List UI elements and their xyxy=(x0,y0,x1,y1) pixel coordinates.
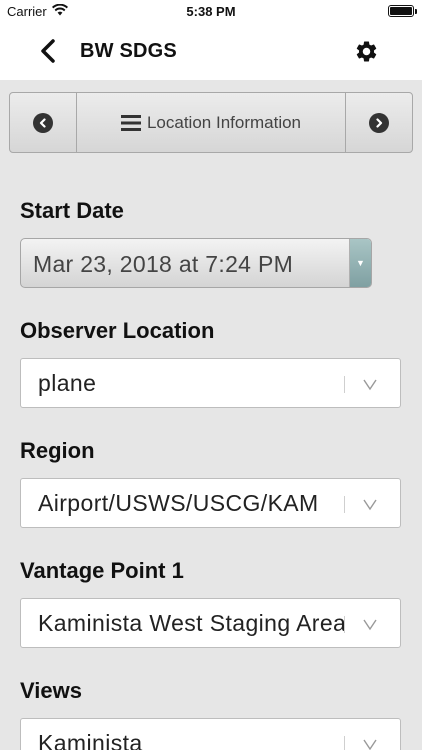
hamburger-icon xyxy=(120,114,141,131)
views-select[interactable]: Kaminista xyxy=(20,718,401,750)
vantage-point-1-label: Vantage Point 1 xyxy=(20,558,184,583)
location-form: Start Date Mar 23, 2018 at 7:24 PM ▼ Obs… xyxy=(20,196,402,750)
observer-location-value: plane xyxy=(38,370,97,396)
section-menu-button[interactable]: Location Information xyxy=(77,93,345,152)
chevron-down-icon xyxy=(363,379,377,391)
observer-location-label: Observer Location xyxy=(20,318,215,343)
chevron-circle-left-icon xyxy=(33,112,53,133)
chevron-down-icon xyxy=(363,619,377,631)
vantage-point-1-value: Kaminista West Staging Area xyxy=(38,610,344,636)
section-pager: Location Information xyxy=(9,92,413,153)
start-date-picker[interactable]: Mar 23, 2018 at 7:24 PM ▼ xyxy=(20,238,372,288)
chevron-circle-right-icon xyxy=(369,112,389,133)
gear-icon[interactable] xyxy=(354,39,379,64)
status-time: 5:38 PM xyxy=(186,4,236,19)
navigation-bar: BW SDGS xyxy=(0,22,422,80)
observer-location-select[interactable]: plane xyxy=(20,358,401,408)
next-section-button[interactable] xyxy=(345,93,412,152)
views-label: Views xyxy=(20,678,82,703)
page-title: BW SDGS xyxy=(80,40,177,62)
chevron-left-icon[interactable] xyxy=(34,36,64,66)
section-title: Location Information xyxy=(146,112,302,132)
start-date-value: Mar 23, 2018 at 7:24 PM xyxy=(33,251,294,277)
views-value: Kaminista xyxy=(38,730,143,750)
region-label: Region xyxy=(20,438,95,463)
region-value: Airport/USWS/USCG/KAM xyxy=(38,490,319,516)
battery-icon xyxy=(388,5,417,17)
dropdown-arrow-icon: ▼ xyxy=(349,239,371,287)
vantage-point-1-select[interactable]: Kaminista West Staging Area xyxy=(20,598,401,648)
status-bar: Carrier 5:38 PM xyxy=(0,0,422,22)
chevron-down-icon xyxy=(363,739,377,750)
region-select[interactable]: Airport/USWS/USCG/KAM xyxy=(20,478,401,528)
previous-section-button[interactable] xyxy=(10,93,77,152)
chevron-down-icon xyxy=(363,499,377,511)
start-date-label: Start Date xyxy=(20,198,124,223)
